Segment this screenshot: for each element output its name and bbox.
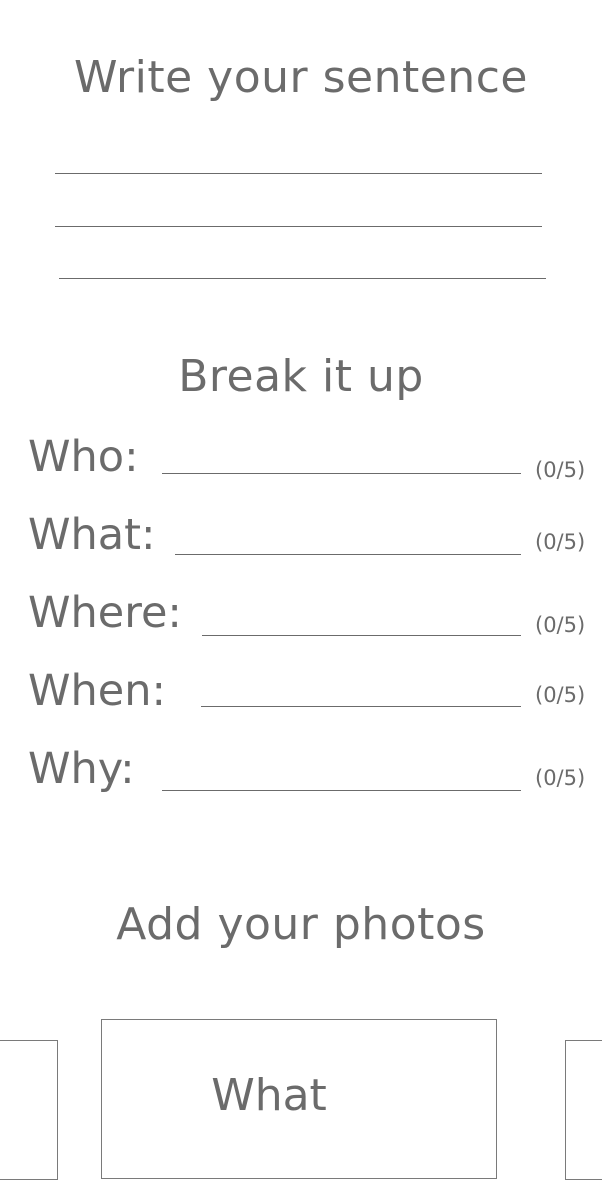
photo-card-label: What (211, 1070, 327, 1121)
photos-heading: Add your photos (116, 899, 486, 950)
photo-card-next[interactable] (565, 1040, 602, 1180)
breakdown-heading: Break it up (178, 351, 424, 402)
where-input-line[interactable] (202, 635, 521, 636)
what-input-line[interactable] (175, 554, 521, 555)
where-count: (0/5) (535, 613, 586, 637)
when-label: When: (28, 666, 166, 716)
when-count: (0/5) (535, 683, 586, 707)
photo-card-what[interactable]: What (101, 1019, 497, 1179)
what-count: (0/5) (535, 530, 586, 554)
who-count: (0/5) (535, 458, 586, 482)
when-input-line[interactable] (201, 706, 521, 707)
who-label: Who: (28, 432, 139, 482)
sentence-heading: Write your sentence (74, 52, 528, 103)
sentence-line-2[interactable] (55, 226, 542, 227)
photo-card-previous[interactable] (0, 1040, 58, 1180)
where-label: Where: (28, 588, 182, 638)
why-input-line[interactable] (162, 790, 521, 791)
why-label: Why: (28, 744, 135, 794)
what-label: What: (28, 510, 156, 560)
why-count: (0/5) (535, 766, 586, 790)
sentence-line-1[interactable] (55, 173, 542, 174)
sentence-line-3[interactable] (59, 278, 546, 279)
who-input-line[interactable] (162, 473, 521, 474)
